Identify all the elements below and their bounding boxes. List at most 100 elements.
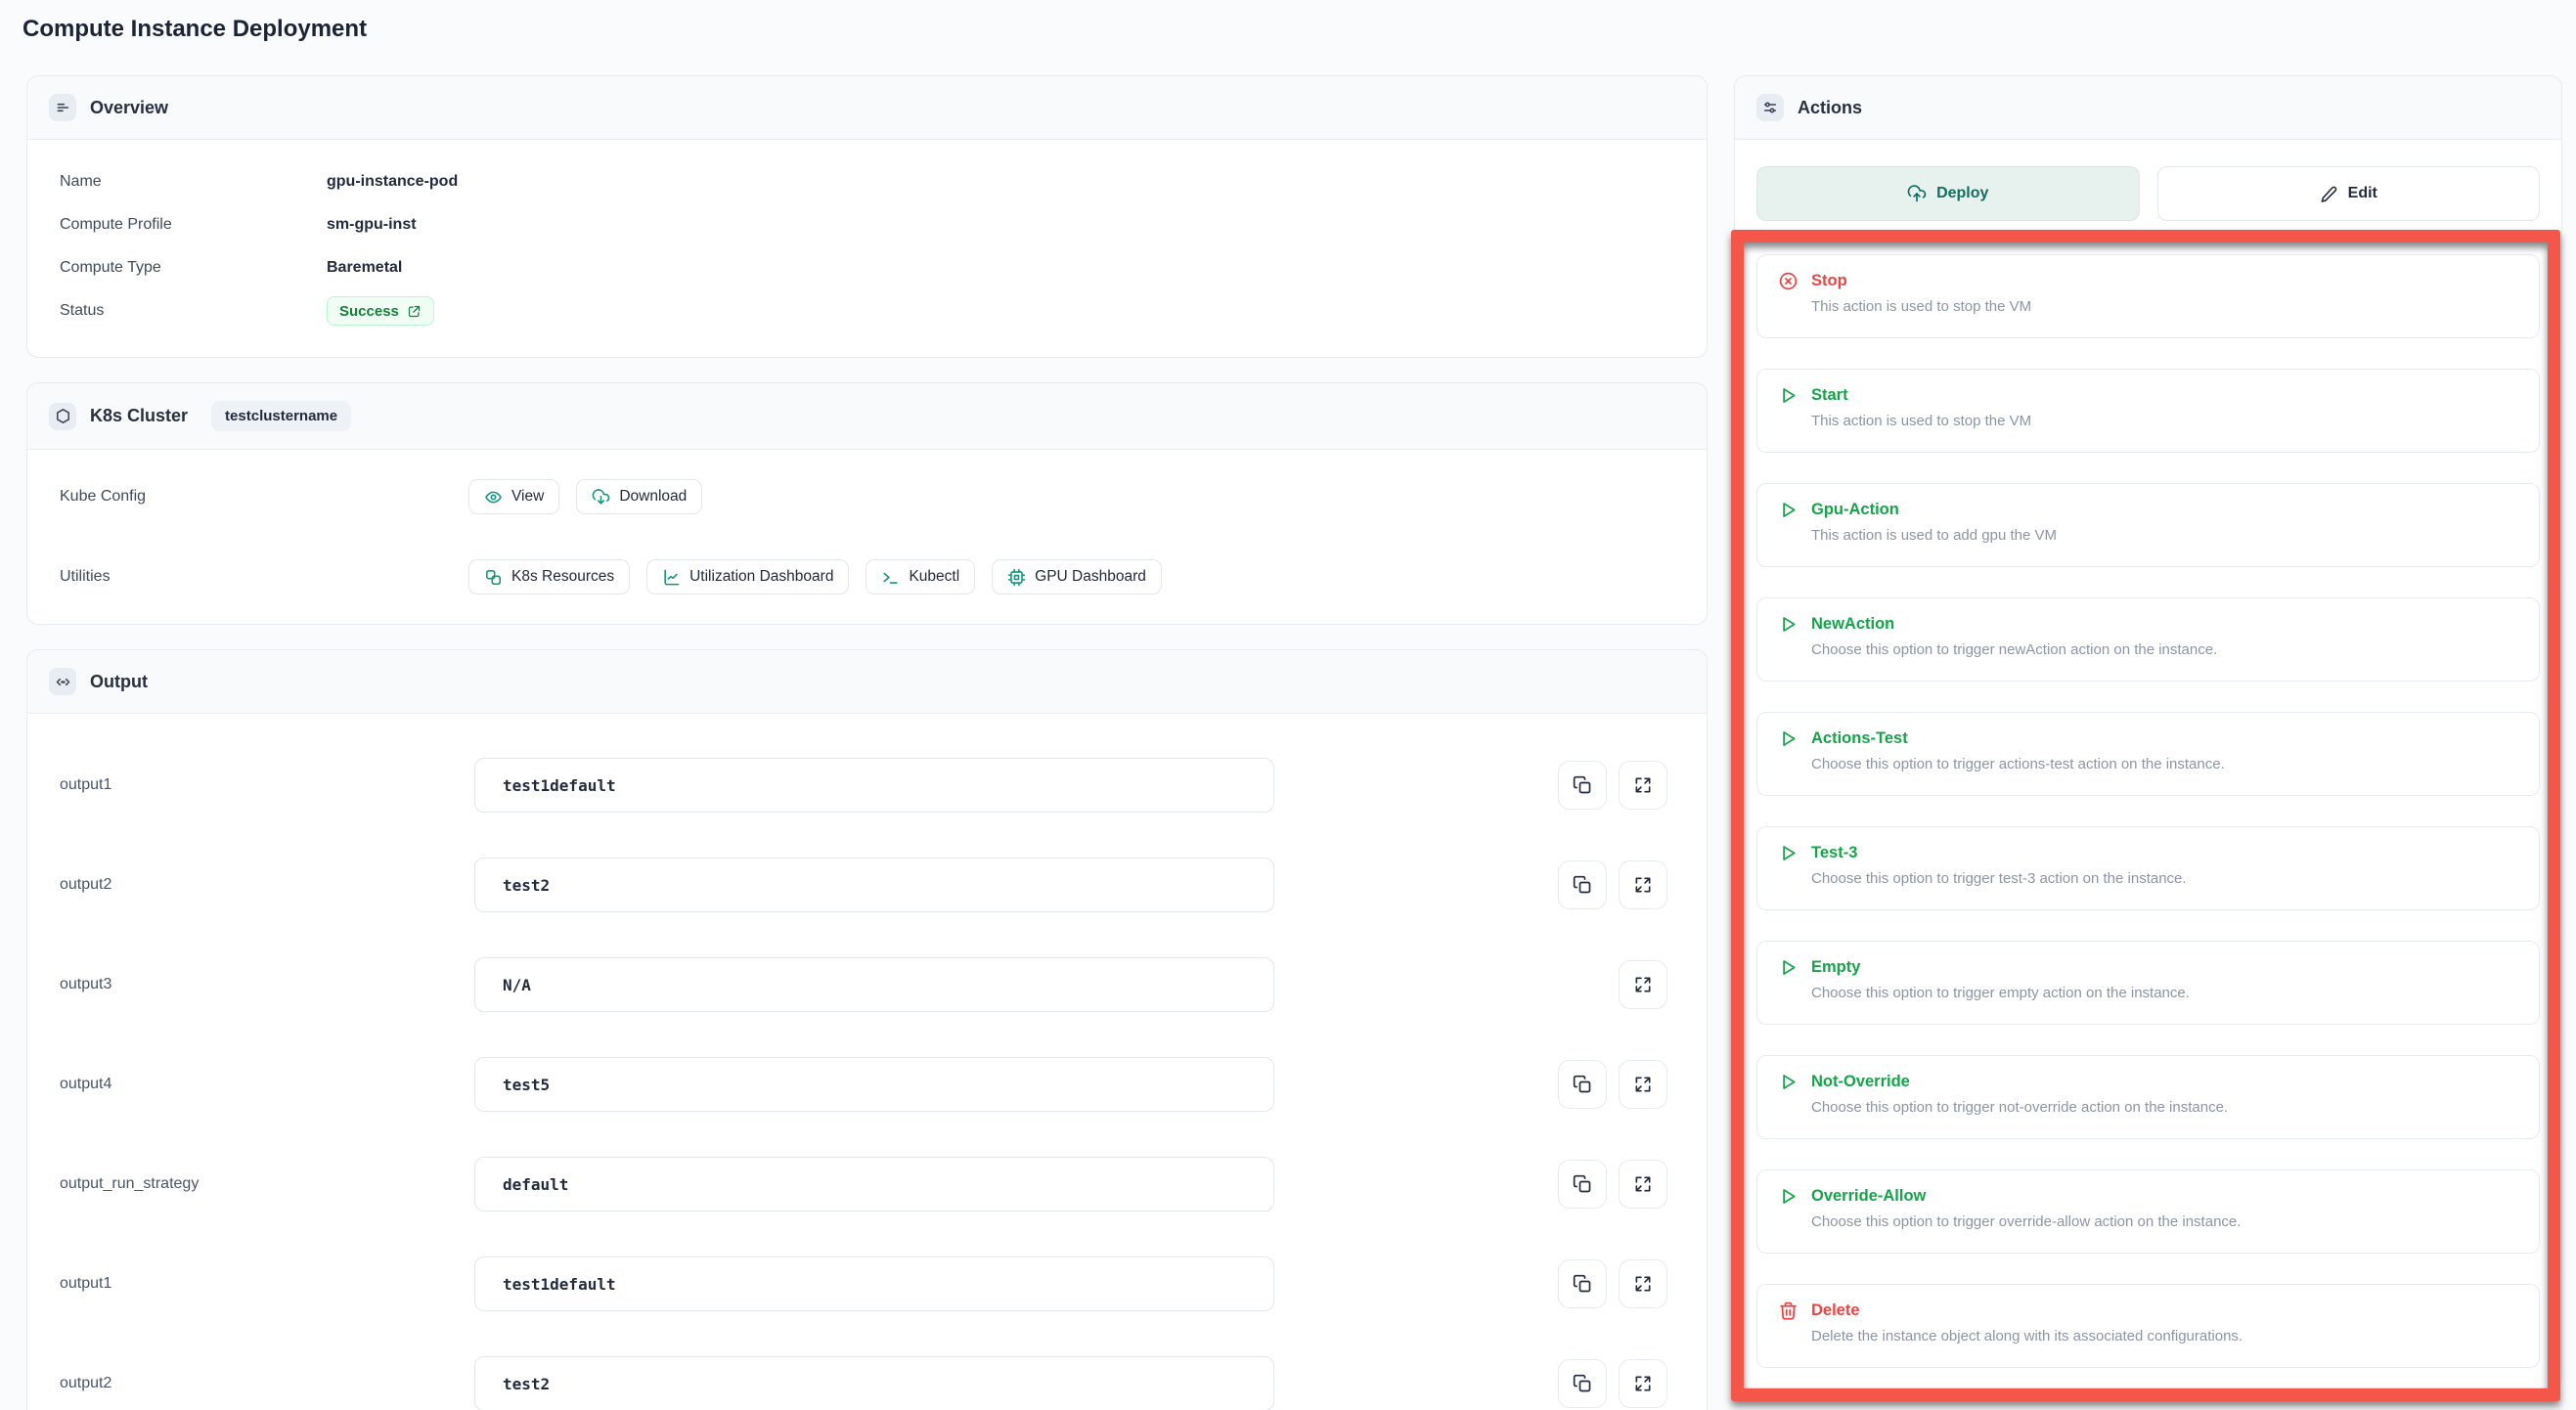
- field-label: Compute Profile: [60, 216, 327, 234]
- action-item-delete[interactable]: DeleteDelete the instance object along w…: [1756, 1284, 2540, 1368]
- stop-circle-icon: [1778, 271, 1799, 291]
- gpu-dashboard-button[interactable]: GPU Dashboard: [992, 559, 1162, 595]
- status-badge[interactable]: Success: [327, 296, 434, 326]
- action-item-stop[interactable]: StopThis action is used to stop the VM: [1756, 254, 2540, 338]
- play-icon: [1778, 500, 1799, 520]
- output-row-actions: [1558, 1259, 1667, 1308]
- edit-button-label: Edit: [2348, 185, 2377, 202]
- edit-button[interactable]: Edit: [2157, 166, 2541, 221]
- expand-button[interactable]: [1619, 1259, 1667, 1308]
- copy-button[interactable]: [1558, 1259, 1607, 1308]
- expand-button[interactable]: [1619, 1160, 1667, 1209]
- deploy-button[interactable]: Deploy: [1756, 166, 2140, 221]
- action-item-name: Stop: [1811, 272, 1847, 290]
- cluster-name-badge: testclustername: [211, 401, 351, 431]
- pencil-icon: [2320, 185, 2338, 203]
- copy-icon: [1573, 1374, 1592, 1393]
- hexagon-cluster-icon: [49, 403, 76, 430]
- action-item-name: Actions-Test: [1811, 729, 1908, 748]
- output-label: output4: [60, 1076, 474, 1093]
- action-item-title: Start: [1778, 385, 2519, 406]
- k8s-resources-button[interactable]: K8s Resources: [468, 559, 630, 595]
- action-item-not-override[interactable]: Not-OverrideChoose this option to trigge…: [1756, 1055, 2540, 1139]
- button-group: View Download: [468, 479, 702, 514]
- action-item-test-3[interactable]: Test-3Choose this option to trigger test…: [1756, 826, 2540, 910]
- field-label: Kube Config: [60, 488, 468, 506]
- align-lines-icon: [49, 94, 76, 121]
- output-value: test1default: [503, 1275, 616, 1294]
- output-label: output2: [60, 876, 474, 894]
- trash-icon: [1778, 1300, 1799, 1321]
- output-label: output_run_strategy: [60, 1175, 474, 1193]
- copy-button[interactable]: [1558, 1359, 1607, 1408]
- action-item-title: Actions-Test: [1778, 728, 2519, 749]
- deploy-button-label: Deploy: [1936, 185, 1988, 202]
- download-button[interactable]: Download: [576, 479, 702, 514]
- action-item-description: Choose this option to trigger newAction …: [1811, 641, 2519, 658]
- output-value-field[interactable]: test5: [474, 1057, 1274, 1112]
- output-value-field[interactable]: test2: [474, 1356, 1274, 1410]
- copy-icon: [1573, 1274, 1592, 1294]
- output-row: output1test1default: [60, 758, 1667, 813]
- action-item-newaction[interactable]: NewAction Choose this option to trigger n…: [1756, 597, 2540, 682]
- cloud-upload-icon: [1907, 184, 1927, 203]
- action-item-empty[interactable]: Empty Choose this option to trigger empty…: [1756, 941, 2540, 1025]
- output-row-actions: [1558, 860, 1667, 909]
- chart-line-icon: [662, 568, 681, 587]
- expand-button[interactable]: [1619, 1060, 1667, 1109]
- output-value-field[interactable]: test2: [474, 858, 1274, 912]
- output-row: output_run_strategydefault: [60, 1157, 1667, 1212]
- output-value-field[interactable]: test1default: [474, 758, 1274, 813]
- output-value: test5: [503, 1076, 550, 1094]
- output-value-field[interactable]: N/A: [474, 957, 1274, 1012]
- view-button[interactable]: View: [468, 479, 559, 514]
- action-item-name: NewAction: [1811, 615, 1894, 634]
- expand-button[interactable]: [1619, 761, 1667, 810]
- expand-button[interactable]: [1619, 860, 1667, 909]
- kubectl-button[interactable]: Kubectl: [866, 559, 975, 595]
- expand-button[interactable]: [1619, 1359, 1667, 1408]
- copy-icon: [1573, 875, 1592, 895]
- actions-header: Actions: [1735, 76, 2561, 140]
- main-layout: Overview Namegpu-instance-pod Compute Pro…: [26, 75, 2562, 1410]
- field-label: Utilities: [60, 568, 468, 586]
- field-value: Baremetal: [327, 259, 402, 277]
- action-item-title: Delete: [1778, 1300, 2519, 1321]
- copy-button[interactable]: [1558, 1060, 1607, 1109]
- output-value-field[interactable]: test1default: [474, 1256, 1274, 1311]
- expand-icon: [1633, 775, 1653, 795]
- output-label: output3: [60, 976, 474, 993]
- utilization-dashboard-button[interactable]: Utilization Dashboard: [646, 559, 849, 595]
- action-item-description: Choose this option to trigger override-a…: [1811, 1213, 2519, 1230]
- copy-button[interactable]: [1558, 761, 1607, 810]
- output-row-actions: [1558, 761, 1667, 810]
- play-icon: [1778, 614, 1799, 635]
- output-row-actions: [1558, 1359, 1667, 1408]
- copy-button[interactable]: [1558, 1160, 1607, 1209]
- expand-button[interactable]: [1619, 960, 1667, 1009]
- button-label: GPU Dashboard: [1035, 568, 1146, 586]
- action-item-name: Delete: [1811, 1301, 1860, 1320]
- play-icon: [1778, 385, 1799, 406]
- output-row: output3N/A: [60, 957, 1667, 1012]
- copy-button[interactable]: [1558, 860, 1607, 909]
- action-item-start[interactable]: StartThis action is used to stop the VM: [1756, 369, 2540, 453]
- action-item-override-allow[interactable]: Override-AllowChoose this option to trig…: [1756, 1169, 2540, 1254]
- output-label: output1: [60, 1275, 474, 1293]
- overview-field-row: Namegpu-instance-pod: [60, 160, 1674, 203]
- output-value-field[interactable]: default: [474, 1157, 1274, 1212]
- play-icon: [1778, 728, 1799, 749]
- action-item-actions-test[interactable]: Actions-TestChoose this option to trigge…: [1756, 712, 2540, 796]
- output-title: Output: [90, 672, 148, 692]
- output-label: output2: [60, 1375, 474, 1392]
- action-item-name: Not-Override: [1811, 1073, 1910, 1091]
- action-item-gpu-action[interactable]: Gpu-ActionThis action is used to add gpu…: [1756, 483, 2540, 567]
- button-label: Utilization Dashboard: [689, 568, 833, 586]
- k8s-cluster-title: K8s Cluster: [90, 406, 188, 426]
- field-label: Name: [60, 173, 327, 191]
- action-item-description: Choose this option to trigger empty acti…: [1811, 985, 2519, 1001]
- action-item-name: Empty: [1811, 958, 1860, 977]
- action-item-title: Gpu-Action: [1778, 500, 2519, 520]
- overview-title: Overview: [90, 98, 168, 118]
- left-column: Overview Namegpu-instance-pod Compute Pro…: [26, 75, 1708, 1410]
